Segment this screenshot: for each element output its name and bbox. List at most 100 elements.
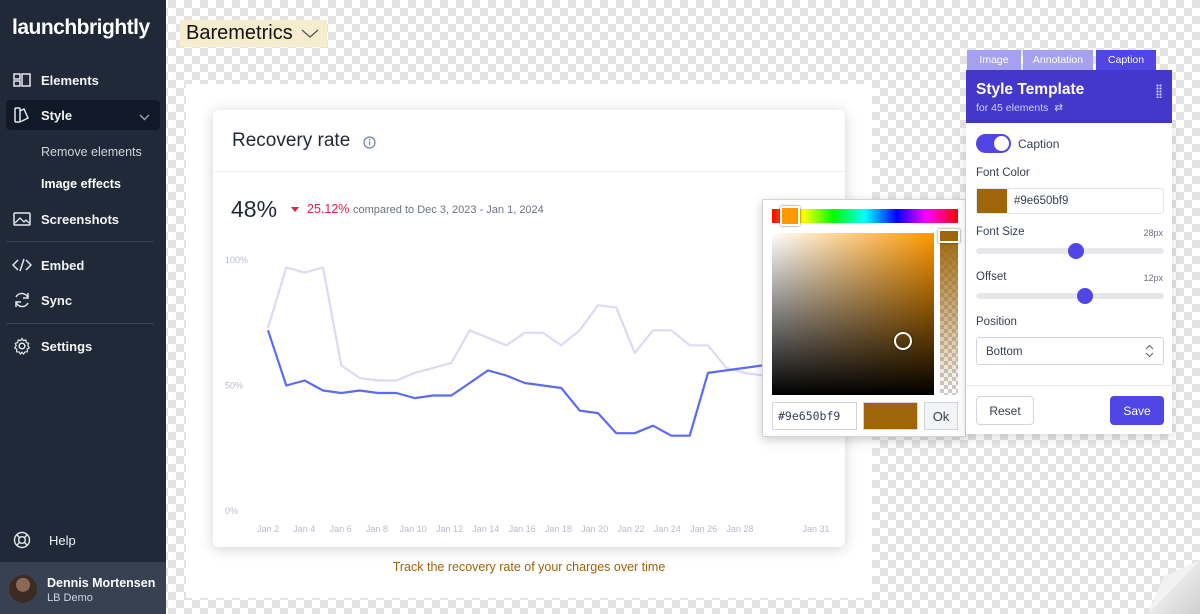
saturation-value-area[interactable] — [772, 233, 934, 395]
chevron-up-down-icon — [1145, 344, 1154, 361]
compare-text: compared to Dec 3, 2023 - Jan 1, 2024 — [353, 204, 544, 216]
sidebar-item-label: Help — [49, 532, 76, 548]
sidebar-item-screenshots[interactable]: Screenshots — [6, 204, 160, 234]
x-tick-label: Jan 20 — [581, 524, 608, 534]
alpha-slider[interactable] — [940, 233, 958, 395]
tab-annotation[interactable]: Annotation — [1023, 50, 1093, 70]
sidebar-item-label: Sync — [41, 292, 73, 308]
user-org: LB Demo — [47, 592, 93, 604]
sidebar-item-embed[interactable]: Embed — [6, 250, 160, 280]
sidebar-item-help[interactable]: Help — [6, 525, 160, 555]
font-color-field[interactable]: #9e650bf9 — [976, 188, 1164, 214]
hex-input[interactable] — [772, 402, 857, 430]
divider — [213, 171, 845, 172]
alpha-handle[interactable] — [938, 229, 960, 243]
code-icon — [12, 255, 32, 275]
sidebar-item-sync[interactable]: Sync — [6, 285, 160, 315]
position-select[interactable]: Bottom — [976, 337, 1164, 365]
line-chart: 100% 50% 0% Jan 2 Jan 4 Jan 6 Jan 8 Jan 10 Jan 1… — [225, 255, 830, 534]
x-tick-label: Jan 31 — [802, 524, 829, 534]
ok-button[interactable]: Ok — [924, 402, 958, 430]
tab-caption[interactable]: Caption — [1096, 50, 1156, 70]
document-title-selector[interactable]: Baremetrics — [180, 20, 327, 47]
sidebar-item-label: Style — [41, 107, 73, 123]
user-name: Dennis Mortensen — [47, 576, 156, 590]
sidebar-subitem-image-effects[interactable]: Image effects — [41, 177, 121, 191]
panel-subtitle: for 45 elements ⇄ — [976, 102, 1063, 114]
color-picker: Ok — [762, 199, 966, 437]
x-tick-label: Jan 18 — [545, 524, 572, 534]
divider — [6, 241, 154, 242]
y-tick-label: 100% — [225, 255, 248, 265]
save-button[interactable]: Save — [1110, 396, 1164, 425]
color-preview-swatch — [863, 402, 918, 430]
avatar — [9, 575, 37, 603]
offset-value: 12px — [1143, 273, 1163, 283]
divider — [966, 385, 1172, 386]
caption-toggle-label: Caption — [1018, 137, 1060, 151]
sidebar-item-elements[interactable]: Elements — [6, 65, 160, 95]
card-title: Recovery rate — [232, 130, 351, 151]
x-tick-label: Jan 24 — [654, 524, 681, 534]
metric-delta: 25.12% — [291, 202, 349, 216]
series-line-previous — [266, 266, 764, 382]
x-tick-label: Jan 14 — [472, 524, 499, 534]
position-label: Position — [976, 316, 1017, 328]
sidebar-item-style[interactable]: Style — [6, 100, 160, 130]
drag-handle-icon[interactable] — [1156, 84, 1162, 98]
x-tick-label: Jan 2 — [257, 524, 279, 534]
x-tick-label: Jan 16 — [509, 524, 536, 534]
x-tick-label: Jan 26 — [690, 524, 717, 534]
font-color-swatch[interactable] — [977, 189, 1007, 213]
caption-text[interactable]: Track the recovery rate of your charges … — [186, 560, 872, 574]
style-template-panel: Image Annotation Caption Style Template … — [966, 50, 1172, 434]
delta-value: 25.12% — [307, 202, 350, 216]
x-tick-label: Jan 10 — [400, 524, 427, 534]
toggle-knob — [994, 136, 1009, 151]
user-account[interactable]: Dennis Mortensen LB Demo — [0, 562, 166, 614]
metric-value: 48% — [231, 196, 278, 222]
document-title: Baremetrics — [186, 22, 293, 44]
font-color-label: Font Color — [976, 167, 1030, 179]
position-value: Bottom — [986, 346, 1023, 358]
lifebuoy-icon — [12, 530, 32, 550]
panel-title: Style Template — [976, 81, 1085, 98]
element-count: for 45 elements — [976, 102, 1049, 114]
font-size-value: 28px — [1143, 228, 1163, 238]
offset-slider[interactable] — [976, 288, 1164, 304]
recovery-rate-card: Recovery rate 48% 25.12% compared to Dec… — [213, 110, 845, 547]
panel-tabs: Image Annotation Caption — [966, 50, 1172, 70]
x-tick-label: Jan 4 — [293, 524, 315, 534]
image-icon — [12, 209, 32, 229]
brand-logo[interactable]: launchbrightly — [12, 16, 150, 40]
sidebar-item-label: Embed — [41, 257, 85, 273]
font-size-slider[interactable] — [976, 243, 1164, 259]
tab-image[interactable]: Image — [967, 50, 1021, 70]
chevron-down-icon[interactable] — [139, 109, 150, 124]
series-line-current — [266, 329, 764, 437]
sidebar-subitem-remove-elements[interactable]: Remove elements — [41, 145, 142, 159]
sidebar-item-settings[interactable]: Settings — [6, 331, 160, 361]
x-tick-label: Jan 22 — [617, 524, 644, 534]
sidebar-item-label: Settings — [41, 338, 93, 354]
sidebar: launchbrightly Elements Style Remove ele… — [0, 0, 166, 614]
color-handle[interactable] — [894, 332, 912, 350]
x-tick-label: Jan 28 — [726, 524, 753, 534]
x-tick-label: Jan 12 — [436, 524, 463, 534]
offset-label: Offset — [976, 271, 1007, 283]
slider-thumb[interactable] — [1077, 288, 1094, 304]
swap-icon[interactable]: ⇄ — [1054, 102, 1063, 114]
triangle-down-icon — [291, 206, 299, 212]
slider-thumb[interactable] — [1067, 243, 1084, 259]
font-color-hex[interactable]: #9e650bf9 — [1014, 195, 1068, 207]
chevron-down-icon — [301, 22, 319, 45]
info-icon[interactable] — [363, 136, 376, 154]
reset-button[interactable]: Reset — [976, 396, 1034, 425]
divider — [6, 323, 154, 324]
hue-handle[interactable] — [780, 206, 800, 226]
x-tick-label: Jan 8 — [366, 524, 388, 534]
y-tick-label: 50% — [225, 381, 243, 391]
caption-toggle[interactable] — [976, 134, 1011, 153]
palette-icon — [12, 105, 32, 125]
x-tick-label: Jan 6 — [330, 524, 352, 534]
